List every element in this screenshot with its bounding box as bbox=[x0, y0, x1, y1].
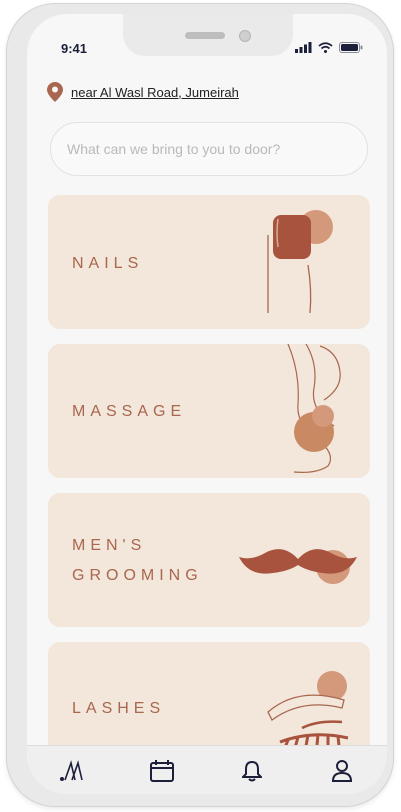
category-label-massage: MASSAGE bbox=[72, 403, 187, 420]
wifi-icon bbox=[318, 42, 333, 53]
nail-icon bbox=[267, 210, 333, 314]
notch bbox=[123, 14, 293, 56]
signal-icon bbox=[295, 42, 312, 53]
location-bar[interactable]: near Al Wasl Road, Jumeirah bbox=[47, 82, 239, 102]
tab-profile[interactable] bbox=[322, 751, 362, 791]
tab-bar bbox=[27, 745, 387, 794]
search-input[interactable] bbox=[50, 122, 368, 176]
category-label-lashes: LASHES bbox=[72, 700, 166, 717]
tab-home[interactable] bbox=[52, 751, 92, 791]
tab-notifications[interactable] bbox=[232, 751, 272, 791]
screen: 9:41 near Al Wasl Road, Jumeirah What ca… bbox=[27, 14, 387, 794]
location-pin-icon bbox=[47, 82, 63, 102]
tab-calendar[interactable] bbox=[142, 751, 182, 791]
massage-icon bbox=[287, 344, 341, 473]
mustache-icon bbox=[239, 549, 357, 584]
category-card-massage[interactable]: MASSAGE bbox=[48, 344, 370, 478]
phone-frame: 9:41 near Al Wasl Road, Jumeirah What ca… bbox=[7, 4, 393, 806]
category-card-nails[interactable]: NAILS bbox=[48, 195, 370, 329]
category-label-mens: MEN'S bbox=[72, 537, 147, 554]
status-time: 9:41 bbox=[61, 41, 88, 56]
status-icons bbox=[295, 42, 363, 53]
category-card-mens-grooming[interactable]: MEN'S GROOMING bbox=[48, 493, 370, 627]
camera bbox=[239, 30, 251, 42]
category-label-nails: NAILS bbox=[72, 255, 144, 272]
battery-icon bbox=[339, 42, 363, 53]
calendar-icon bbox=[150, 759, 174, 782]
profile-icon bbox=[332, 759, 352, 782]
speaker bbox=[185, 32, 225, 39]
bell-icon bbox=[242, 760, 262, 781]
category-label-grooming: GROOMING bbox=[72, 567, 203, 584]
home-logo-icon bbox=[60, 759, 83, 781]
location-text[interactable]: near Al Wasl Road, Jumeirah bbox=[71, 85, 239, 100]
